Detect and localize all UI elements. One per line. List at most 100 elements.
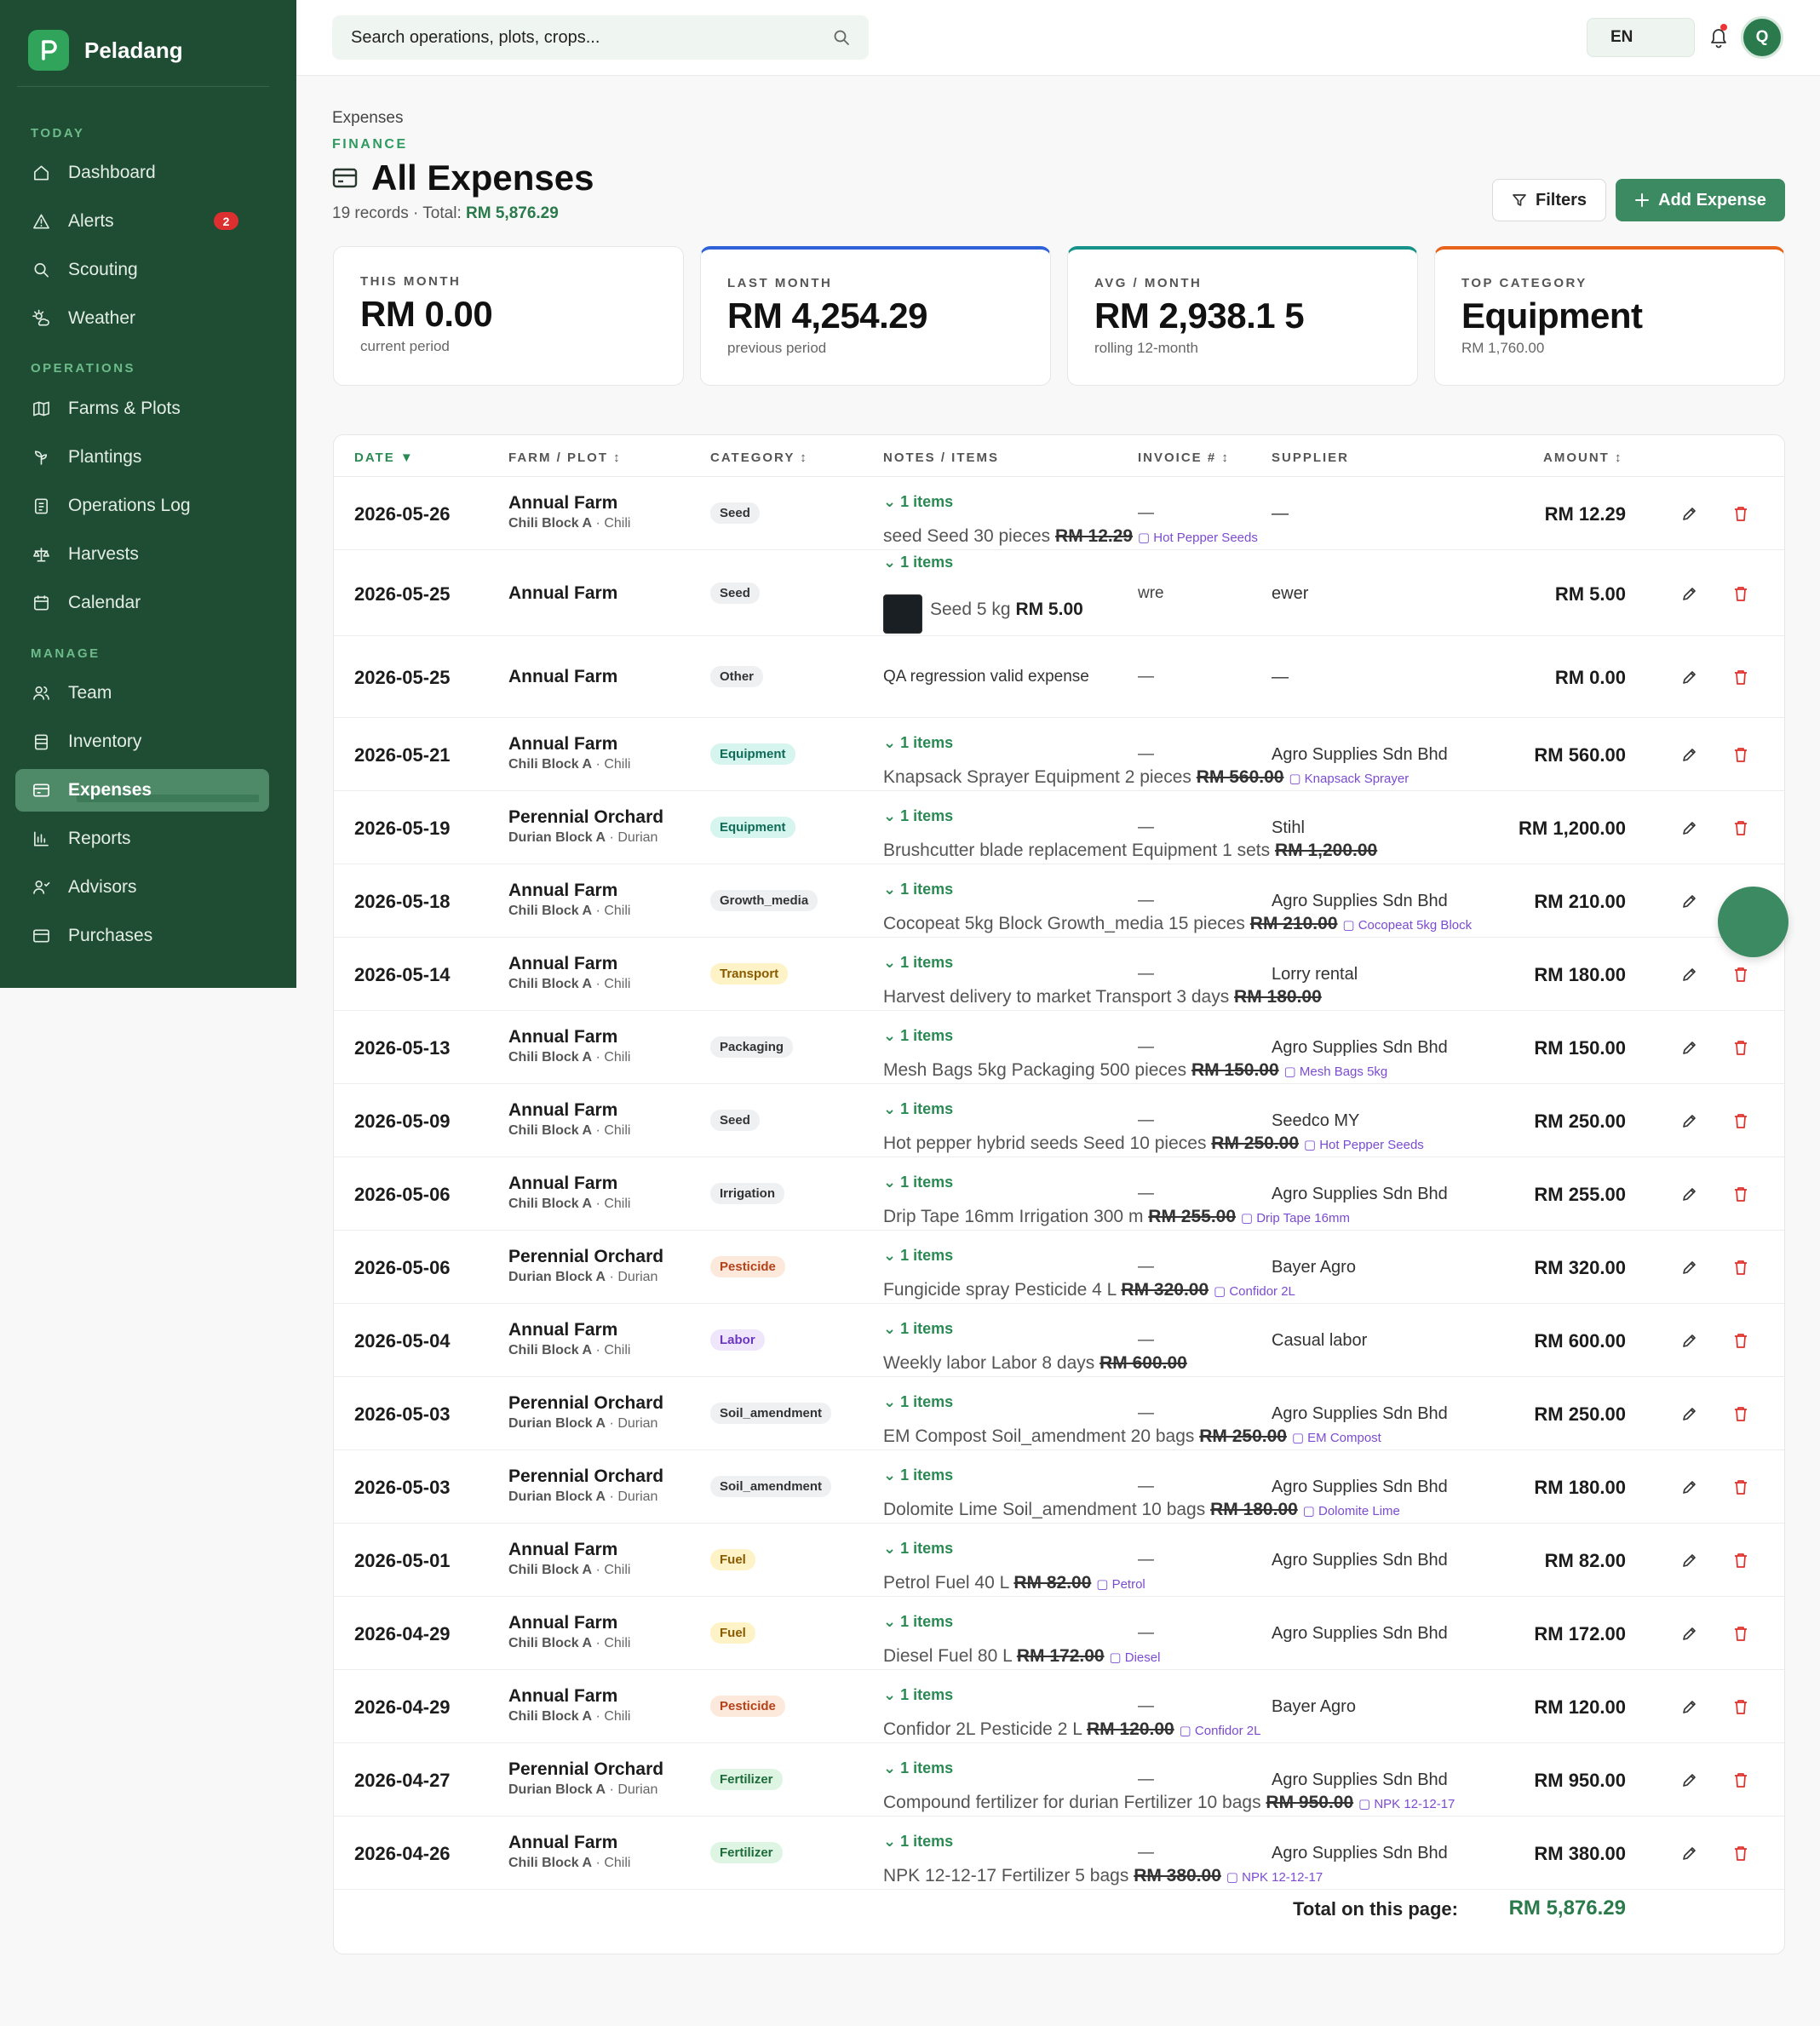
table-row[interactable]: 2026-05-01 Annual Farm Chili Block A · Chi… bbox=[334, 1524, 1784, 1597]
brand[interactable]: Peladang bbox=[28, 30, 183, 71]
inventory-link[interactable]: ▢ Cocopeat 5kg Block bbox=[1342, 918, 1472, 933]
sidebar-item-advisors[interactable]: Advisors bbox=[15, 866, 269, 909]
edit-icon[interactable] bbox=[1681, 966, 1698, 983]
sidebar-item-calendar[interactable]: Calendar bbox=[15, 582, 269, 624]
trash-icon[interactable] bbox=[1733, 1625, 1748, 1642]
inventory-link[interactable]: ▢ EM Compost bbox=[1292, 1431, 1381, 1445]
edit-icon[interactable] bbox=[1681, 746, 1698, 763]
inventory-link[interactable]: ▢ NPK 12-12-17 bbox=[1226, 1870, 1323, 1885]
inventory-link[interactable]: ▢ Knapsack Sprayer bbox=[1289, 772, 1409, 786]
trash-icon[interactable] bbox=[1733, 1112, 1748, 1129]
items-toggle[interactable]: ⌄ 1 items bbox=[883, 1393, 953, 1411]
search-icon[interactable] bbox=[833, 29, 850, 46]
sidebar-item-purchases[interactable]: Purchases bbox=[15, 915, 269, 957]
avatar[interactable]: Q bbox=[1741, 16, 1783, 59]
table-row[interactable]: 2026-05-25 Annual Farm Other QA regression … bbox=[334, 636, 1784, 718]
trash-icon[interactable] bbox=[1733, 1478, 1748, 1495]
items-toggle[interactable]: ⌄ 1 items bbox=[883, 734, 953, 752]
table-row[interactable]: 2026-05-25 Annual Farm Seed ⌄ 1 items Seed 5… bbox=[334, 550, 1784, 636]
trash-icon[interactable] bbox=[1733, 1771, 1748, 1788]
items-toggle[interactable]: ⌄ 1 items bbox=[883, 881, 953, 898]
trash-icon[interactable] bbox=[1733, 505, 1748, 522]
table-row[interactable]: 2026-04-29 Annual Farm Chili Block A · Chi… bbox=[334, 1597, 1784, 1670]
items-toggle[interactable]: ⌄ 1 items bbox=[883, 807, 953, 825]
trash-icon[interactable] bbox=[1733, 746, 1748, 763]
table-row[interactable]: 2026-05-03 Perennial Orchard Durian Block … bbox=[334, 1377, 1784, 1450]
inventory-link[interactable]: ▢ NPK 12-12-17 bbox=[1358, 1797, 1455, 1811]
breadcrumb[interactable]: Expenses bbox=[332, 109, 403, 128]
table-row[interactable]: 2026-05-18 Annual Farm Chili Block A · Chi… bbox=[334, 864, 1784, 938]
items-toggle[interactable]: ⌄ 1 items bbox=[883, 1100, 953, 1118]
items-toggle[interactable]: ⌄ 1 items bbox=[883, 1174, 953, 1191]
sidebar-item-operations-log[interactable]: Operations Log bbox=[15, 485, 269, 527]
inventory-link[interactable]: ▢ Hot Pepper Seeds bbox=[1138, 531, 1258, 545]
edit-icon[interactable] bbox=[1681, 892, 1698, 910]
column-farm[interactable]: FARM / PLOT ↕ bbox=[508, 451, 622, 465]
search-input[interactable] bbox=[351, 27, 833, 48]
items-toggle[interactable]: ⌄ 1 items bbox=[883, 1027, 953, 1045]
sidebar-item-reports[interactable]: Reports bbox=[15, 818, 269, 860]
edit-icon[interactable] bbox=[1681, 1625, 1698, 1642]
trash-icon[interactable] bbox=[1733, 1332, 1748, 1349]
sidebar-item-weather[interactable]: Weather bbox=[15, 297, 269, 340]
trash-icon[interactable] bbox=[1733, 1259, 1748, 1276]
inventory-link[interactable]: ▢ Drip Tape 16mm bbox=[1241, 1211, 1350, 1225]
items-toggle[interactable]: ⌄ 1 items bbox=[883, 1613, 953, 1631]
edit-icon[interactable] bbox=[1681, 1845, 1698, 1862]
edit-icon[interactable] bbox=[1681, 1405, 1698, 1422]
table-row[interactable]: 2026-04-29 Annual Farm Chili Block A · Chi… bbox=[334, 1670, 1784, 1743]
trash-icon[interactable] bbox=[1733, 1405, 1748, 1422]
trash-icon[interactable] bbox=[1733, 966, 1748, 983]
table-row[interactable]: 2026-05-21 Annual Farm Chili Block A · Chi… bbox=[334, 718, 1784, 791]
table-row[interactable]: 2026-05-26 Annual Farm Chili Block A · Chi… bbox=[334, 477, 1784, 550]
edit-icon[interactable] bbox=[1681, 1698, 1698, 1715]
sidebar-item-dashboard[interactable]: Dashboard bbox=[15, 152, 269, 194]
table-row[interactable]: 2026-05-03 Perennial Orchard Durian Block … bbox=[334, 1450, 1784, 1524]
sidebar-item-scouting[interactable]: Scouting bbox=[15, 249, 269, 291]
edit-icon[interactable] bbox=[1681, 1552, 1698, 1569]
edit-icon[interactable] bbox=[1681, 585, 1698, 602]
edit-icon[interactable] bbox=[1681, 1332, 1698, 1349]
table-row[interactable]: 2026-04-27 Perennial Orchard Durian Block … bbox=[334, 1743, 1784, 1817]
trash-icon[interactable] bbox=[1733, 1698, 1748, 1715]
inventory-link[interactable]: ▢ Dolomite Lime bbox=[1303, 1504, 1400, 1518]
items-toggle[interactable]: ⌄ 1 items bbox=[883, 554, 953, 571]
filters-button[interactable]: Filters bbox=[1492, 179, 1606, 221]
trash-icon[interactable] bbox=[1733, 1845, 1748, 1862]
search-bar[interactable] bbox=[332, 15, 869, 60]
sidebar-item-inventory[interactable]: Inventory bbox=[15, 720, 269, 763]
add-expense-button[interactable]: Add Expense bbox=[1616, 179, 1785, 221]
inventory-link[interactable]: ▢ Diesel bbox=[1109, 1650, 1160, 1665]
column-date[interactable]: DATE ▼ bbox=[354, 451, 415, 465]
table-row[interactable]: 2026-05-14 Annual Farm Chili Block A · Chi… bbox=[334, 938, 1784, 1011]
sidebar-item-plantings[interactable]: Plantings bbox=[15, 436, 269, 479]
table-row[interactable]: 2026-05-06 Annual Farm Chili Block A · Chi… bbox=[334, 1157, 1784, 1231]
items-toggle[interactable]: ⌄ 1 items bbox=[883, 1759, 953, 1777]
sidebar-item-alerts[interactable]: Alerts 2 bbox=[15, 200, 269, 243]
edit-icon[interactable] bbox=[1681, 1039, 1698, 1056]
trash-icon[interactable] bbox=[1733, 585, 1748, 602]
inventory-link[interactable]: ▢ Hot Pepper Seeds bbox=[1304, 1138, 1424, 1152]
edit-icon[interactable] bbox=[1681, 1478, 1698, 1495]
edit-icon[interactable] bbox=[1681, 669, 1698, 686]
floating-action-button[interactable] bbox=[1718, 887, 1788, 957]
items-toggle[interactable]: ⌄ 1 items bbox=[883, 1686, 953, 1704]
sidebar-item-expenses[interactable]: Expenses bbox=[15, 769, 269, 812]
column-invoice[interactable]: INVOICE # ↕ bbox=[1138, 451, 1230, 465]
edit-icon[interactable] bbox=[1681, 505, 1698, 522]
items-toggle[interactable]: ⌄ 1 items bbox=[883, 954, 953, 972]
edit-icon[interactable] bbox=[1681, 1112, 1698, 1129]
trash-icon[interactable] bbox=[1733, 1552, 1748, 1569]
items-toggle[interactable]: ⌄ 1 items bbox=[883, 1466, 953, 1484]
edit-icon[interactable] bbox=[1681, 819, 1698, 836]
language-selector[interactable]: EN bbox=[1587, 18, 1695, 57]
edit-icon[interactable] bbox=[1681, 1185, 1698, 1202]
table-row[interactable]: 2026-05-19 Perennial Orchard Durian Block … bbox=[334, 791, 1784, 864]
items-toggle[interactable]: ⌄ 1 items bbox=[883, 1247, 953, 1265]
sidebar-item-team[interactable]: Team bbox=[15, 672, 269, 715]
table-row[interactable]: 2026-05-04 Annual Farm Chili Block A · Chi… bbox=[334, 1304, 1784, 1377]
edit-icon[interactable] bbox=[1681, 1771, 1698, 1788]
trash-icon[interactable] bbox=[1733, 1185, 1748, 1202]
column-amount[interactable]: AMOUNT ↕ bbox=[1543, 451, 1623, 465]
edit-icon[interactable] bbox=[1681, 1259, 1698, 1276]
